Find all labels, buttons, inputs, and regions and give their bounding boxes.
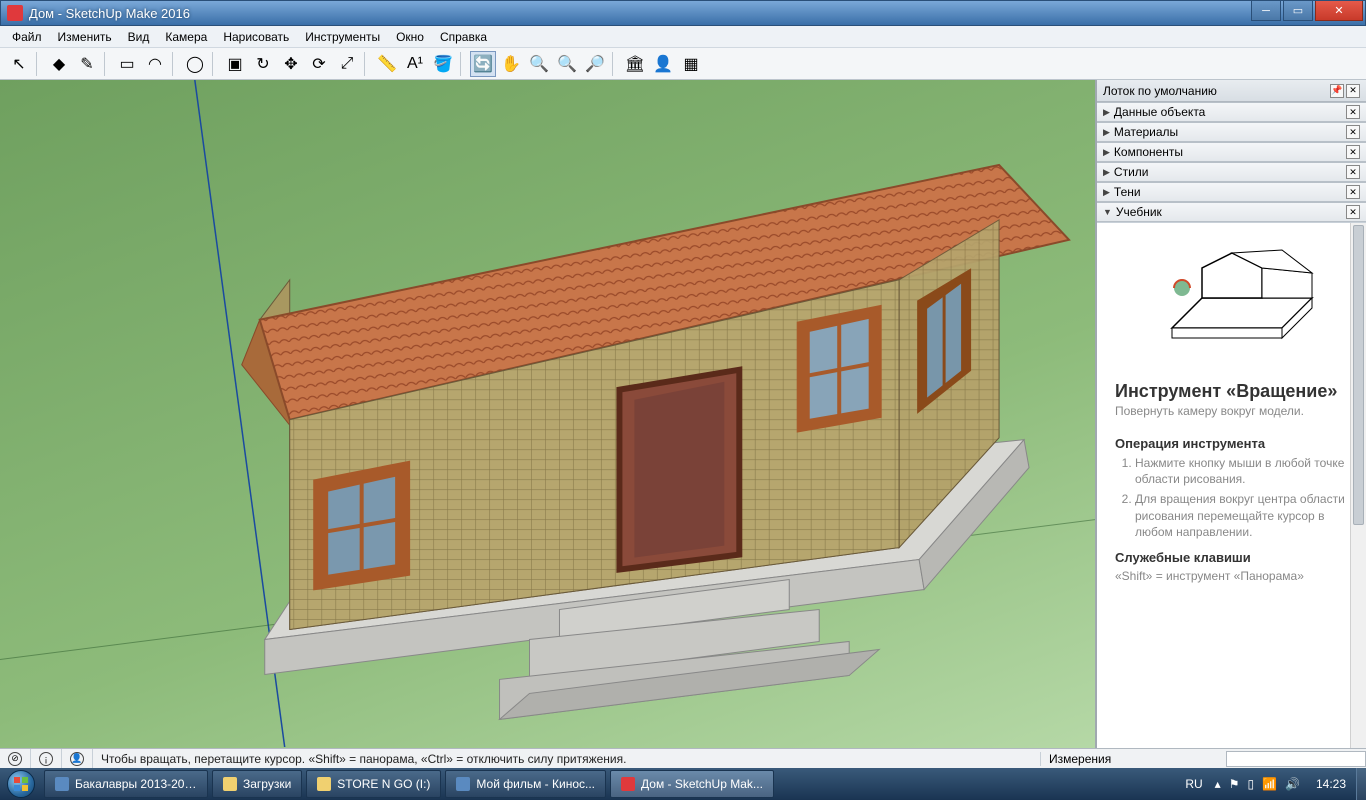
instructor-subtitle: Повернуть камеру вокруг модели. <box>1115 404 1352 418</box>
close-button[interactable]: ✕ <box>1315 1 1363 21</box>
tray-scrollbar[interactable] <box>1350 223 1366 748</box>
language-indicator[interactable]: RU <box>1181 777 1206 791</box>
panel-close-icon[interactable]: ✕ <box>1346 105 1360 119</box>
eraser-tool[interactable]: ◆ <box>46 51 72 77</box>
panel-head-3[interactable]: ▶Стили✕ <box>1097 162 1366 182</box>
measurements-input[interactable] <box>1226 751 1366 767</box>
taskbar-item-0[interactable]: Бакалавры 2013-201... <box>44 770 208 798</box>
orbit-tool[interactable]: 🔄 <box>470 51 496 77</box>
status-measurements: Измерения <box>1040 752 1220 766</box>
text-tool[interactable]: A¹ <box>402 51 428 77</box>
status-credits-icon[interactable]: ¡ <box>31 749 62 768</box>
paint-tool[interactable]: 🪣 <box>430 51 456 77</box>
menu-edit[interactable]: Изменить <box>50 27 120 47</box>
instructor-op-heading: Операция инструмента <box>1115 436 1352 451</box>
instructor-steps: Нажмите кнопку мыши в любой точке област… <box>1115 455 1352 540</box>
taskbar-item-3[interactable]: Мой фильм - Кинос... <box>445 770 606 798</box>
tray-pin-icon[interactable]: 📌 <box>1330 84 1344 98</box>
panel-close-icon[interactable]: ✕ <box>1346 185 1360 199</box>
window-title: Дом - SketchUp Make 2016 <box>29 6 1251 21</box>
extensions-tool[interactable]: ▦ <box>678 51 704 77</box>
minimize-button[interactable]: ─ <box>1251 1 1281 21</box>
app-icon <box>7 5 23 21</box>
default-tray: Лоток по умолчанию 📌 ✕ ▶Данные объекта✕▶… <box>1096 80 1366 748</box>
tray-volume-icon[interactable]: 🔊 <box>1285 777 1300 791</box>
tray-header[interactable]: Лоток по умолчанию 📌 ✕ <box>1097 80 1366 102</box>
viewport-3d[interactable] <box>0 80 1096 748</box>
menu-file[interactable]: Файл <box>4 27 50 47</box>
menu-camera[interactable]: Камера <box>157 27 215 47</box>
rectangle-tool[interactable]: ▭ <box>114 51 140 77</box>
instructor-title: Инструмент «Вращение» <box>1115 381 1352 402</box>
menu-bar: Файл Изменить Вид Камера Нарисовать Инст… <box>0 26 1366 48</box>
select-tool[interactable]: ↖ <box>6 51 32 77</box>
tray-title: Лоток по умолчанию <box>1103 84 1217 98</box>
status-geo-icon[interactable]: ⊘ <box>0 749 31 768</box>
status-person-icon[interactable]: 👤 <box>62 749 93 768</box>
tray-arrow-icon[interactable]: ▴ <box>1215 777 1221 791</box>
menu-help[interactable]: Справка <box>432 27 495 47</box>
zoom-window-tool[interactable]: 🔎 <box>582 51 608 77</box>
followme-tool[interactable]: ↻ <box>250 51 276 77</box>
tray-network-icon[interactable]: 📶 <box>1262 777 1277 791</box>
panel-head-5[interactable]: ▼Учебник✕ <box>1097 202 1366 222</box>
windows-taskbar: Бакалавры 2013-201...ЗагрузкиSTORE N GO … <box>0 768 1366 800</box>
instructor-keys: «Shift» = инструмент «Панорама» <box>1115 569 1352 583</box>
panel-head-1[interactable]: ▶Материалы✕ <box>1097 122 1366 142</box>
tray-close-icon[interactable]: ✕ <box>1346 84 1360 98</box>
menu-draw[interactable]: Нарисовать <box>215 27 297 47</box>
instructor-panel-body: Инструмент «Вращение» Повернуть камеру в… <box>1097 222 1366 748</box>
panel-head-2[interactable]: ▶Компоненты✕ <box>1097 142 1366 162</box>
panel-close-icon[interactable]: ✕ <box>1346 125 1360 139</box>
menu-tools[interactable]: Инструменты <box>297 27 388 47</box>
warehouse-tool[interactable]: 🏛 <box>622 51 648 77</box>
windows-orb-icon <box>7 770 35 798</box>
zoom-tool[interactable]: 🔍 <box>526 51 552 77</box>
panel-close-icon[interactable]: ✕ <box>1346 145 1360 159</box>
circle-tool[interactable]: ◯ <box>182 51 208 77</box>
zoom-extents-tool[interactable]: 🔍 <box>554 51 580 77</box>
status-hint: Чтобы вращать, перетащите курсор. «Shift… <box>93 752 1040 766</box>
panel-head-0[interactable]: ▶Данные объекта✕ <box>1097 102 1366 122</box>
instructor-animation <box>1097 223 1366 373</box>
status-bar: ⊘ ¡ 👤 Чтобы вращать, перетащите курсор. … <box>0 748 1366 768</box>
pan-tool[interactable]: ✋ <box>498 51 524 77</box>
menu-view[interactable]: Вид <box>120 27 158 47</box>
line-tool[interactable]: ✎ <box>74 51 100 77</box>
panel-head-4[interactable]: ▶Тени✕ <box>1097 182 1366 202</box>
taskbar-item-4[interactable]: Дом - SketchUp Mak... <box>610 770 774 798</box>
taskbar-item-1[interactable]: Загрузки <box>212 770 302 798</box>
tape-tool[interactable]: 📏 <box>374 51 400 77</box>
main-toolbar: ↖◆✎▭◠◯▣↻✥⟳⤢📏A¹🪣🔄✋🔍🔍🔎🏛👤▦ <box>0 48 1366 80</box>
panel-close-icon[interactable]: ✕ <box>1346 165 1360 179</box>
start-button[interactable] <box>0 768 42 800</box>
add-location-tool[interactable]: 👤 <box>650 51 676 77</box>
menu-window[interactable]: Окно <box>388 27 432 47</box>
panel-close-icon[interactable]: ✕ <box>1346 205 1360 219</box>
tray-flag-icon[interactable]: ⚑ <box>1229 777 1240 791</box>
scale-tool[interactable]: ⤢ <box>334 51 360 77</box>
tray-battery-icon[interactable]: ▯ <box>1247 777 1254 791</box>
show-desktop-button[interactable] <box>1356 768 1366 800</box>
arc-tool[interactable]: ◠ <box>142 51 168 77</box>
move-tool[interactable]: ✥ <box>278 51 304 77</box>
maximize-button[interactable]: ▭ <box>1283 1 1313 21</box>
taskbar-item-2[interactable]: STORE N GO (I:) <box>306 770 441 798</box>
rotate-tool[interactable]: ⟳ <box>306 51 332 77</box>
pushpull-tool[interactable]: ▣ <box>222 51 248 77</box>
model-house <box>0 80 1095 747</box>
taskbar-clock[interactable]: 14:23 <box>1308 777 1354 791</box>
window-titlebar: Дом - SketchUp Make 2016 ─ ▭ ✕ <box>0 0 1366 26</box>
instructor-keys-heading: Служебные клавиши <box>1115 550 1352 565</box>
